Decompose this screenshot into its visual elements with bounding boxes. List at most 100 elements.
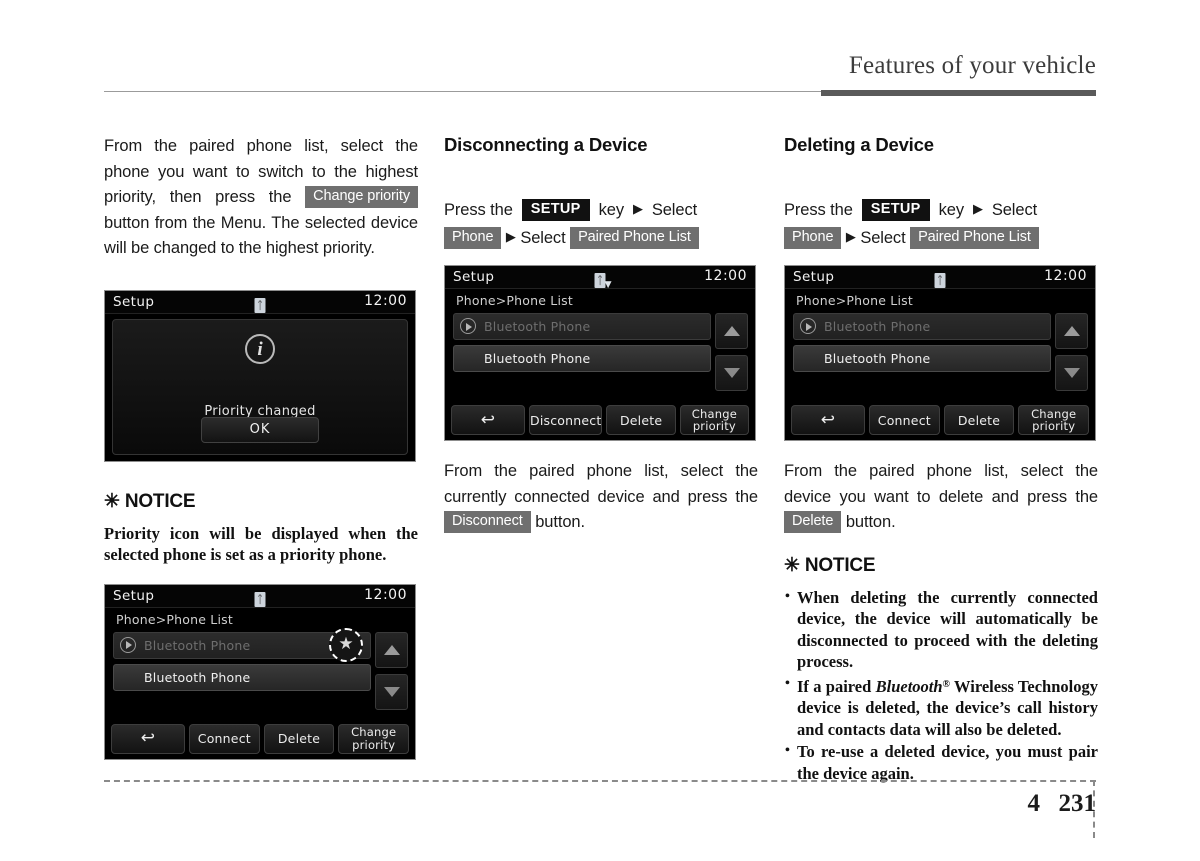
list-item-label: Bluetooth Phone — [484, 351, 591, 366]
col2-paragraph-after: button. — [535, 513, 585, 531]
list-item[interactable]: Bluetooth Phone — [453, 313, 711, 340]
dialog-panel: i Priority changed OK — [112, 318, 408, 455]
connect-button[interactable]: Connect — [189, 723, 260, 754]
registered-mark: ® — [942, 678, 951, 690]
list-item[interactable]: Bluetooth Phone — [453, 345, 711, 372]
clock-label: 12:00 — [364, 586, 407, 603]
notice-heading-label: NOTICE — [804, 554, 876, 576]
change-priority-button[interactable]: Change priority — [679, 405, 750, 435]
screen-delete-list: Setup ᛏ 12:00 Phone>Phone List Bluetooth… — [784, 265, 1096, 441]
screen-button-bar: ↩ Connect Delete Change priority — [111, 723, 410, 754]
list-item-label: Bluetooth Phone — [144, 669, 251, 685]
column-right: Deleting a Device Press the SETUP key ▶ … — [784, 134, 1098, 785]
setup-key-badge[interactable]: SETUP — [521, 199, 590, 221]
list-item[interactable]: Bluetooth Phone — [793, 345, 1051, 372]
disconnect-badge[interactable]: Disconnect — [444, 511, 531, 533]
key-word: key — [938, 201, 964, 219]
select-label-1: Select — [651, 201, 698, 219]
scroll-down-button[interactable] — [715, 355, 748, 391]
delete-button[interactable]: Delete — [263, 723, 335, 754]
page-title: Features of your vehicle — [848, 52, 1096, 79]
delete-button[interactable]: Delete — [606, 405, 676, 435]
screen-status-bar: Setup ᛏ 12:00 — [105, 584, 415, 608]
notice-heading-label: NOTICE — [124, 490, 196, 512]
arrow-icon: ▶ — [632, 201, 643, 216]
paired-phone-list-badge[interactable]: Paired Phone List — [910, 226, 1039, 249]
screen-status-bar: Setup ᛏ ▼ 12:00 — [445, 266, 755, 290]
screen-button-bar: ↩ Connect Delete Change priority — [791, 405, 1090, 435]
screen-status-bar: Setup ᛏ 12:00 — [785, 266, 1095, 289]
chevron-down-icon — [383, 686, 400, 697]
back-button[interactable]: ↩ — [791, 405, 865, 435]
scroll-controls — [1055, 313, 1088, 397]
phone-badge[interactable]: Phone — [444, 226, 502, 249]
bluetooth-icon: ᛏ — [254, 588, 266, 607]
scroll-down-button[interactable] — [1055, 355, 1088, 391]
breadcrumb: Phone>Phone List — [456, 293, 573, 308]
back-button[interactable]: ↩ — [451, 405, 525, 435]
asterisk-icon: ✳ — [104, 490, 120, 512]
phone-list: Bluetooth Phone Bluetooth Phone — [453, 313, 711, 377]
paired-phone-list-badge[interactable]: Paired Phone List — [570, 226, 699, 249]
chevron-up-icon — [723, 326, 740, 336]
chevron-down-icon — [1063, 368, 1080, 378]
connected-play-icon — [120, 636, 136, 653]
screen-priority-changed: Setup ᛏ 12:00 i Priority changed OK — [104, 289, 416, 462]
notice-bullet: If a paired Bluetooth® Wireless Technolo… — [784, 673, 1098, 741]
scroll-up-button[interactable] — [715, 313, 748, 349]
delete-button[interactable]: Delete — [943, 405, 1015, 435]
change-priority-line2: priority — [352, 737, 396, 752]
select-label-1: Select — [991, 201, 1038, 219]
chevron-up-icon — [383, 644, 400, 655]
phone-badge[interactable]: Phone — [784, 226, 842, 249]
disconnect-button[interactable]: Disconnect — [529, 405, 603, 435]
change-priority-button[interactable]: Change priority — [338, 723, 410, 754]
screen-title: Setup — [113, 293, 155, 310]
list-item[interactable]: Bluetooth Phone — [793, 313, 1051, 340]
scroll-up-button[interactable] — [375, 631, 408, 668]
screen-title: Setup — [113, 587, 155, 604]
list-item-label: Bluetooth Phone — [824, 319, 931, 334]
connected-play-icon — [800, 318, 816, 334]
screen-button-bar: ↩ Disconnect Delete Change priority — [451, 405, 750, 435]
select-label-2: Select — [520, 228, 566, 247]
change-priority-line2: priority — [1032, 419, 1076, 433]
info-icon: i — [245, 333, 275, 364]
change-priority-button[interactable]: Change priority — [1018, 405, 1090, 435]
col1-notice: ✳ NOTICE Priority icon will be displayed… — [104, 490, 418, 566]
notice-body: Priority icon will be displayed when the… — [104, 523, 418, 565]
chevron-up-icon — [1063, 326, 1080, 336]
notice-bullet-list: When deleting the currently connected de… — [784, 586, 1098, 785]
chevron-down-icon — [723, 368, 740, 378]
asterisk-icon: ✳ — [784, 554, 800, 576]
col3-notice: ✳ NOTICE When deleting the currently con… — [784, 554, 1098, 785]
change-priority-badge[interactable]: Change priority — [305, 186, 418, 208]
col1-paragraph: From the paired phone list, select the p… — [104, 134, 418, 262]
bluetooth-trademark: Bluetooth — [875, 676, 943, 696]
scroll-up-button[interactable] — [1055, 313, 1088, 349]
arrow-icon: ▶ — [505, 228, 516, 244]
chapter-number: 4 — [1027, 790, 1041, 817]
priority-star-icon: ★ — [329, 627, 363, 662]
phone-list: Bluetooth Phone Bluetooth Phone — [793, 313, 1051, 377]
press-the-label: Press the — [444, 201, 513, 219]
select-label-2: Select — [860, 228, 906, 247]
breadcrumb: Phone>Phone List — [116, 611, 233, 627]
dialog-ok-button[interactable]: OK — [201, 416, 319, 443]
connect-button[interactable]: Connect — [869, 405, 940, 435]
back-button[interactable]: ↩ — [111, 723, 185, 754]
delete-badge[interactable]: Delete — [784, 511, 842, 533]
setup-key-badge[interactable]: SETUP — [861, 199, 930, 221]
notice-bullet: When deleting the currently connected de… — [784, 586, 1098, 673]
screen-phone-list-priority: Setup ᛏ 12:00 Phone>Phone List Bluetooth… — [104, 583, 416, 760]
clock-label: 12:00 — [704, 268, 747, 284]
scroll-down-button[interactable] — [375, 673, 408, 710]
notice-bullet-pre: If a paired — [797, 676, 876, 696]
arrow-icon: ▶ — [972, 201, 983, 216]
col3-steps: Press the SETUP key ▶ Select Phone ▶ Sel… — [784, 196, 1098, 251]
clock-label: 12:00 — [364, 292, 407, 309]
list-item[interactable]: Bluetooth Phone — [113, 663, 371, 691]
arrow-icon: ▶ — [845, 228, 856, 244]
footer-rule — [104, 780, 1096, 782]
page-footer: 4 231 — [104, 780, 1096, 840]
